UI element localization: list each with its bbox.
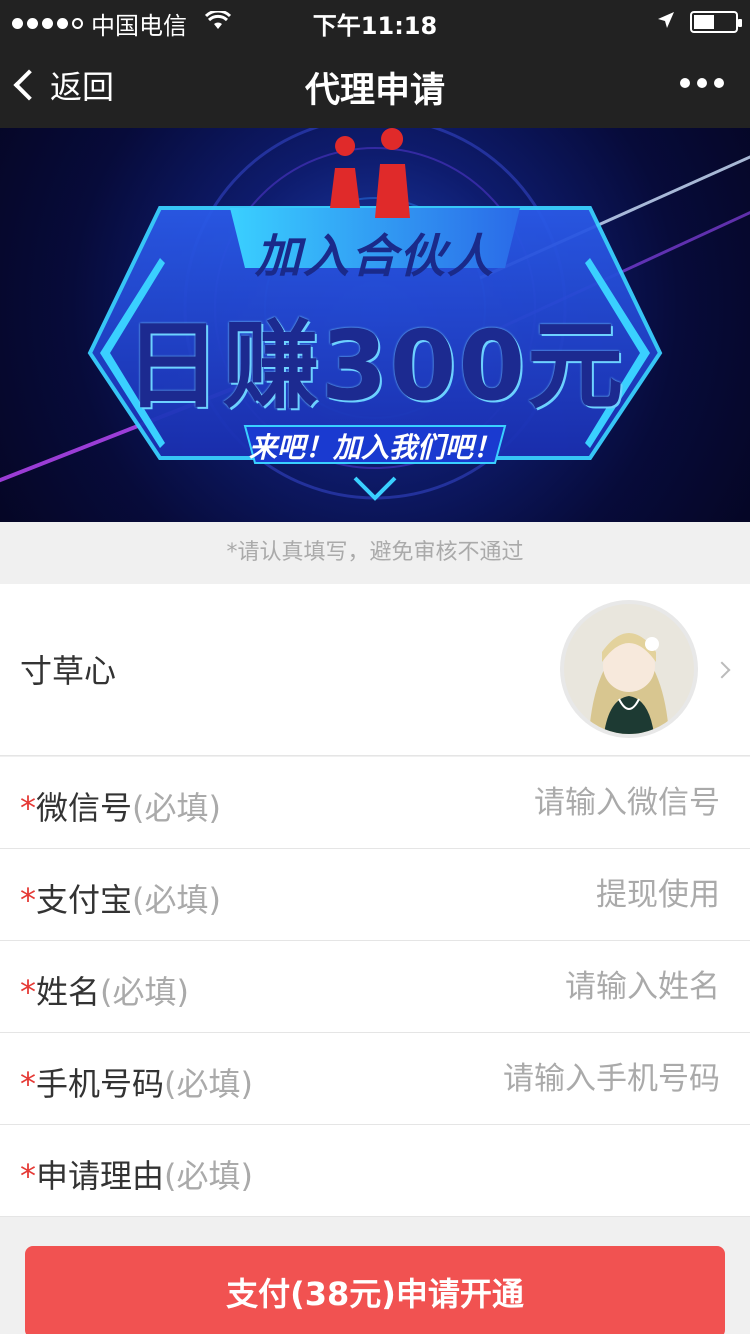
reason-input[interactable]	[390, 1145, 720, 1197]
wechat-input[interactable]	[390, 777, 720, 829]
status-right	[656, 8, 742, 36]
phone-input[interactable]	[390, 1053, 720, 1105]
alipay-input[interactable]	[390, 869, 720, 921]
profile-row[interactable]: 寸草心	[0, 584, 750, 756]
navigation-bar: 返回 代理申请	[0, 40, 750, 128]
field-note: (必填)	[132, 881, 221, 919]
phone-row: *手机号码(必填)	[0, 1033, 750, 1125]
reason-label: *申请理由(必填)	[20, 1151, 253, 1197]
promo-banner: 加入合伙人 日赚300元 来吧！加入我们吧！	[0, 128, 750, 522]
battery-icon	[690, 11, 742, 33]
pay-apply-button[interactable]: 支付(38元)申请开通	[25, 1246, 725, 1334]
required-mark: *	[20, 1065, 36, 1103]
field-label: 手机号码	[36, 1065, 165, 1103]
field-note: (必填)	[164, 1157, 253, 1195]
reason-row: *申请理由(必填)	[0, 1125, 750, 1217]
required-mark: *	[20, 973, 36, 1011]
phone-label: *手机号码(必填)	[20, 1059, 253, 1105]
name-label: *姓名(必填)	[20, 967, 189, 1013]
wechat-row: *微信号(必填)	[0, 757, 750, 849]
more-options-icon[interactable]	[680, 78, 724, 88]
location-arrow-icon	[656, 8, 676, 36]
banner-slogan: 来吧！加入我们吧！	[248, 431, 501, 464]
banner-main-text: 日赚300元	[124, 310, 626, 422]
name-row: *姓名(必填)	[0, 941, 750, 1033]
required-mark: *	[20, 1157, 36, 1195]
page-title: 代理申请	[304, 71, 445, 111]
field-note: (必填)	[132, 789, 221, 827]
field-label: 申请理由	[36, 1157, 165, 1195]
required-mark: *	[20, 881, 36, 919]
profile-name: 寸草心	[20, 652, 117, 690]
form-hint: *请认真填写，避免审核不通过	[0, 522, 750, 584]
required-mark: *	[20, 789, 36, 827]
field-label: 微信号	[36, 789, 133, 827]
wechat-label: *微信号(必填)	[20, 783, 221, 829]
status-time: 下午11:18	[312, 12, 438, 40]
field-label: 支付宝	[36, 881, 133, 919]
field-note: (必填)	[164, 1065, 253, 1103]
chevron-right-icon	[713, 661, 731, 679]
status-bar: 中国电信 下午11:18	[0, 0, 750, 40]
field-note: (必填)	[100, 973, 189, 1011]
banner-headline: 加入合伙人	[255, 229, 495, 283]
alipay-row: *支付宝(必填)	[0, 849, 750, 941]
field-label: 姓名	[36, 973, 101, 1011]
name-input[interactable]	[390, 961, 720, 1013]
avatar[interactable]	[560, 600, 698, 738]
alipay-label: *支付宝(必填)	[20, 875, 221, 921]
